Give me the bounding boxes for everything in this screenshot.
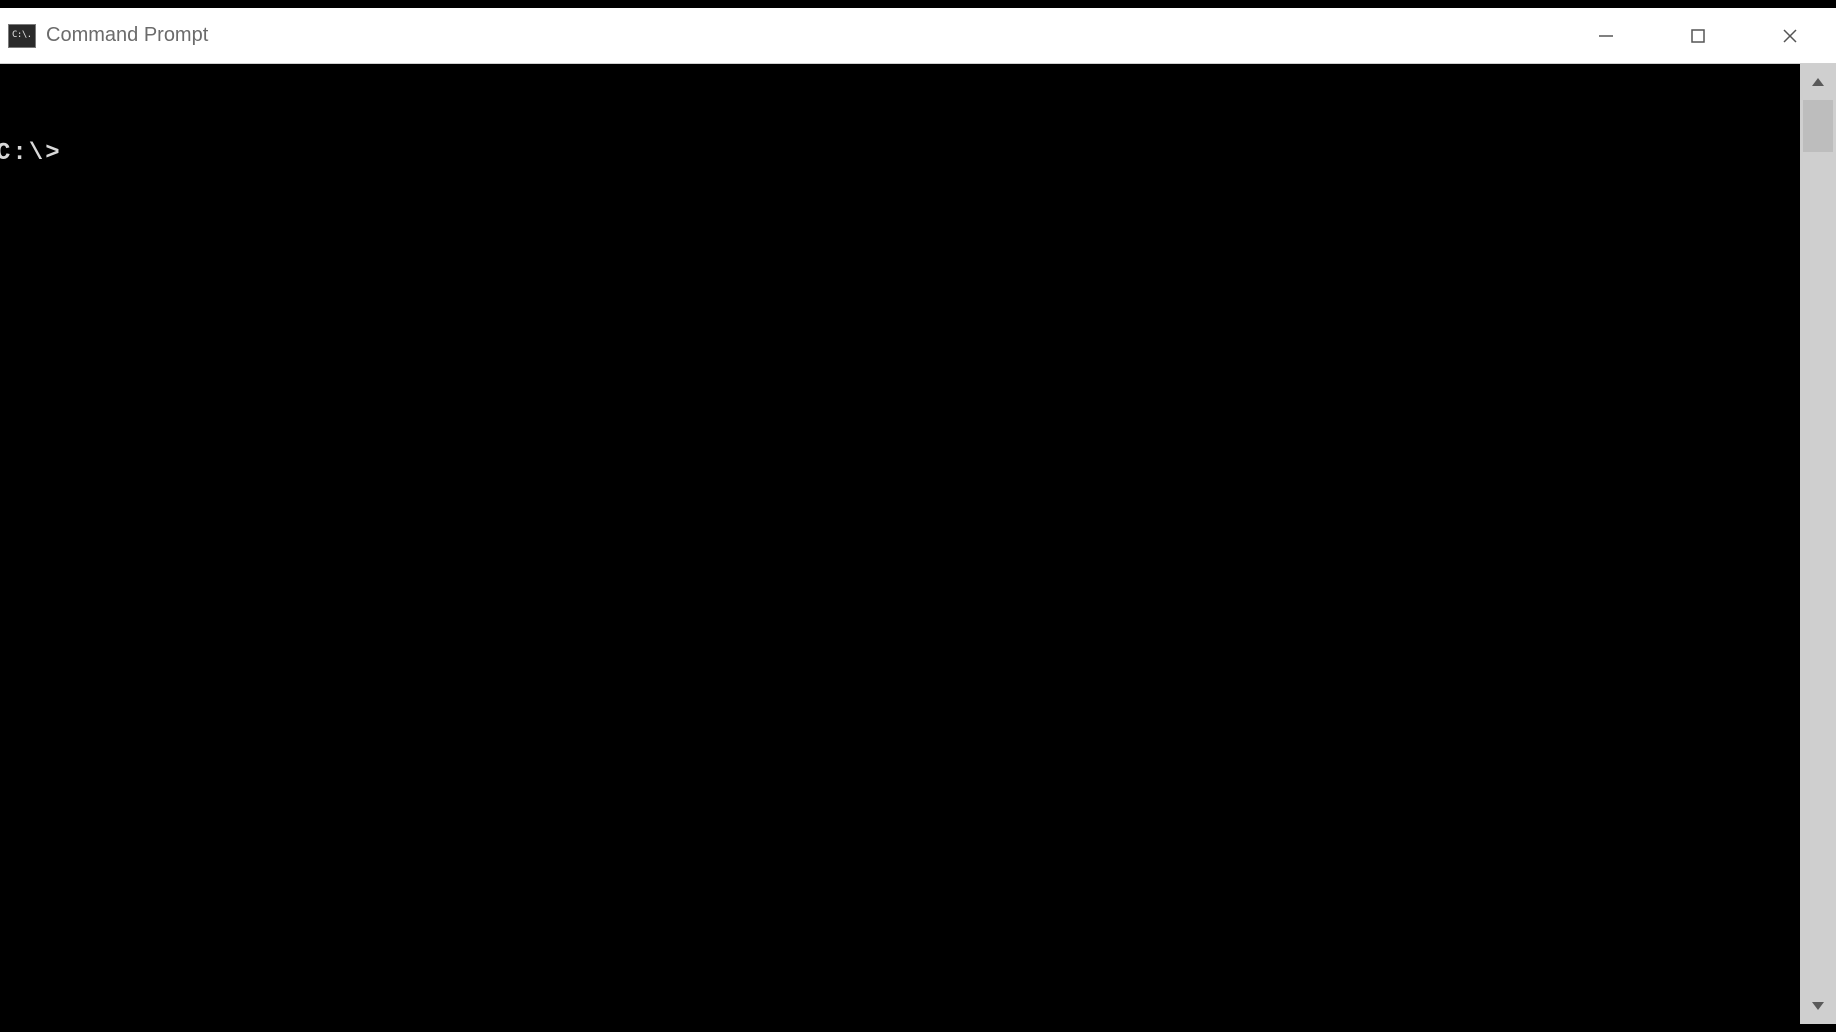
scroll-thumb[interactable] bbox=[1803, 100, 1833, 152]
vertical-scrollbar[interactable] bbox=[1800, 64, 1836, 1024]
chevron-down-icon bbox=[1811, 999, 1825, 1013]
close-button[interactable] bbox=[1744, 8, 1836, 63]
letterbox-top bbox=[0, 0, 1836, 8]
command-prompt-window: C:\. Command Prompt C:\> bbox=[0, 8, 1836, 1024]
maximize-icon bbox=[1690, 28, 1706, 44]
client-area: C:\> bbox=[0, 64, 1836, 1024]
titlebar-left: C:\. Command Prompt bbox=[0, 24, 208, 48]
prompt-line: C:\> bbox=[0, 140, 1800, 167]
cmd-app-icon-glyph: C:\. bbox=[12, 31, 32, 40]
minimize-icon bbox=[1598, 28, 1614, 44]
chevron-up-icon bbox=[1811, 75, 1825, 89]
cmd-app-icon: C:\. bbox=[8, 24, 36, 48]
window-title: Command Prompt bbox=[46, 24, 208, 47]
titlebar[interactable]: C:\. Command Prompt bbox=[0, 8, 1836, 64]
minimize-button[interactable] bbox=[1560, 8, 1652, 63]
scroll-track[interactable] bbox=[1800, 100, 1836, 988]
window-controls bbox=[1560, 8, 1836, 63]
scroll-up-button[interactable] bbox=[1800, 64, 1836, 100]
letterbox-bottom bbox=[0, 1024, 1836, 1032]
maximize-button[interactable] bbox=[1652, 8, 1744, 63]
terminal-output[interactable]: C:\> bbox=[0, 64, 1800, 1024]
close-icon bbox=[1782, 28, 1798, 44]
scroll-down-button[interactable] bbox=[1800, 988, 1836, 1024]
